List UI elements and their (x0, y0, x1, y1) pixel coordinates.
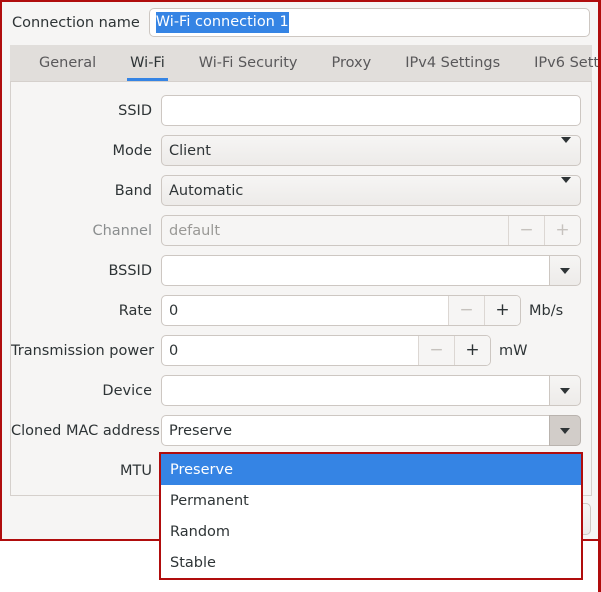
tab-wifi-security[interactable]: Wi-Fi Security (182, 45, 315, 81)
menu-item-random-label: Random (170, 523, 231, 540)
device-dropdown-button[interactable] (549, 375, 581, 406)
mtu-label: MTU (120, 462, 152, 479)
cloned-mac-address-dropdown-button[interactable] (549, 415, 581, 446)
row-cloned-mac-address: Cloned MAC address Preserve (11, 415, 591, 446)
chevron-down-icon (560, 267, 570, 274)
channel-value[interactable]: default (162, 216, 508, 245)
band-value: Automatic (169, 182, 244, 199)
mode-control: Client (161, 135, 581, 166)
cloned-mac-address-combobox[interactable]: Preserve (161, 415, 581, 446)
menu-item-stable-label: Stable (170, 554, 216, 571)
tab-ipv4-settings-label: IPv4 Settings (405, 55, 501, 71)
tab-bar: General Wi-Fi Wi-Fi Security Proxy IPv4 … (10, 45, 601, 82)
transmission-power-spinbutton[interactable]: 0 − + (161, 335, 491, 366)
connection-name-label: Connection name (12, 14, 140, 31)
tab-ipv6-settings-label: IPv6 Settings (534, 55, 601, 71)
row-band: Band Automatic (11, 175, 591, 206)
device-label: Device (102, 382, 152, 399)
transmission-power-value[interactable]: 0 (162, 336, 418, 365)
cloned-mac-address-control: Preserve (161, 415, 581, 446)
chevron-down-icon (560, 427, 570, 434)
wifi-tab-page: SSID Mode Client Band Automatic Channel … (10, 82, 592, 496)
rate-increment-button[interactable]: + (484, 296, 520, 325)
transmission-power-unit-label: mW (499, 342, 528, 359)
device-combobox[interactable] (161, 375, 581, 406)
band-combobox[interactable]: Automatic (161, 175, 581, 206)
ssid-control (161, 95, 581, 126)
cloned-mac-address-label: Cloned MAC address (11, 422, 160, 439)
menu-item-permanent[interactable]: Permanent (161, 485, 581, 516)
cloned-mac-address-input[interactable]: Preserve (161, 415, 549, 446)
menu-item-random[interactable]: Random (161, 516, 581, 547)
transmission-power-control: 0 − + (161, 335, 491, 366)
transmission-power-decrement-button[interactable]: − (418, 336, 454, 365)
bssid-input[interactable] (161, 255, 549, 286)
row-channel: Channel default − + (11, 215, 591, 246)
menu-item-preserve[interactable]: Preserve (161, 454, 581, 485)
bssid-label: BSSID (108, 262, 152, 279)
tab-wifi[interactable]: Wi-Fi (113, 45, 182, 81)
chevron-down-icon (561, 136, 571, 159)
connection-name-value: Wi-Fi connection 1 (155, 12, 289, 33)
chevron-down-icon (561, 176, 571, 199)
channel-label: Channel (92, 222, 152, 239)
rate-control: 0 − + (161, 295, 521, 326)
rate-decrement-button[interactable]: − (448, 296, 484, 325)
channel-decrement-button[interactable]: − (508, 216, 544, 245)
rate-label: Rate (118, 302, 152, 319)
connection-name-row: Connection name Wi-Fi connection 1 (2, 2, 599, 43)
row-device: Device (11, 375, 591, 406)
device-control (161, 375, 581, 406)
row-bssid: BSSID (11, 255, 591, 286)
settings-notebook: General Wi-Fi Wi-Fi Security Proxy IPv4 … (10, 45, 601, 497)
bssid-control (161, 255, 581, 286)
tab-general[interactable]: General (22, 45, 113, 81)
connection-name-input[interactable]: Wi-Fi connection 1 (148, 8, 590, 37)
menu-item-stable[interactable]: Stable (161, 547, 581, 578)
mode-label: Mode (112, 142, 152, 159)
transmission-power-label: Transmission power (11, 342, 155, 359)
ssid-input[interactable] (161, 95, 581, 126)
row-mode: Mode Client (11, 135, 591, 166)
rate-spinbutton[interactable]: 0 − + (161, 295, 521, 326)
tab-ipv4-settings[interactable]: IPv4 Settings (388, 45, 517, 81)
channel-control: default − + (161, 215, 581, 246)
chevron-down-icon (560, 387, 570, 394)
bssid-dropdown-button[interactable] (549, 255, 581, 286)
rate-unit-label: Mb/s (529, 302, 564, 319)
band-control: Automatic (161, 175, 581, 206)
menu-item-preserve-label: Preserve (170, 461, 233, 478)
tab-proxy-label: Proxy (331, 55, 372, 71)
mode-combobox[interactable]: Client (161, 135, 581, 166)
tab-ipv6-settings[interactable]: IPv6 Settings (517, 45, 601, 81)
row-rate: Rate 0 − + Mb/s (11, 295, 591, 326)
cloned-mac-address-dropdown-menu: Preserve Permanent Random Stable (159, 452, 583, 580)
row-transmission-power: Transmission power 0 − + mW (11, 335, 591, 366)
transmission-power-increment-button[interactable]: + (454, 336, 490, 365)
tab-general-label: General (39, 55, 97, 71)
channel-spinbutton[interactable]: default − + (161, 215, 581, 246)
rate-value[interactable]: 0 (162, 296, 448, 325)
nm-connection-editor-window: Connection name Wi-Fi connection 1 Gener… (0, 0, 601, 592)
bssid-combobox[interactable] (161, 255, 581, 286)
cloned-mac-address-value: Preserve (169, 422, 232, 439)
menu-item-permanent-label: Permanent (170, 492, 249, 509)
mode-value: Client (169, 142, 211, 159)
tab-proxy[interactable]: Proxy (315, 45, 389, 81)
device-input[interactable] (161, 375, 549, 406)
ssid-label: SSID (118, 102, 152, 119)
tab-wifi-security-label: Wi-Fi Security (198, 55, 298, 71)
channel-increment-button[interactable]: + (544, 216, 580, 245)
tab-wifi-label: Wi-Fi (130, 55, 165, 71)
row-ssid: SSID (11, 95, 591, 126)
band-label: Band (114, 182, 152, 199)
